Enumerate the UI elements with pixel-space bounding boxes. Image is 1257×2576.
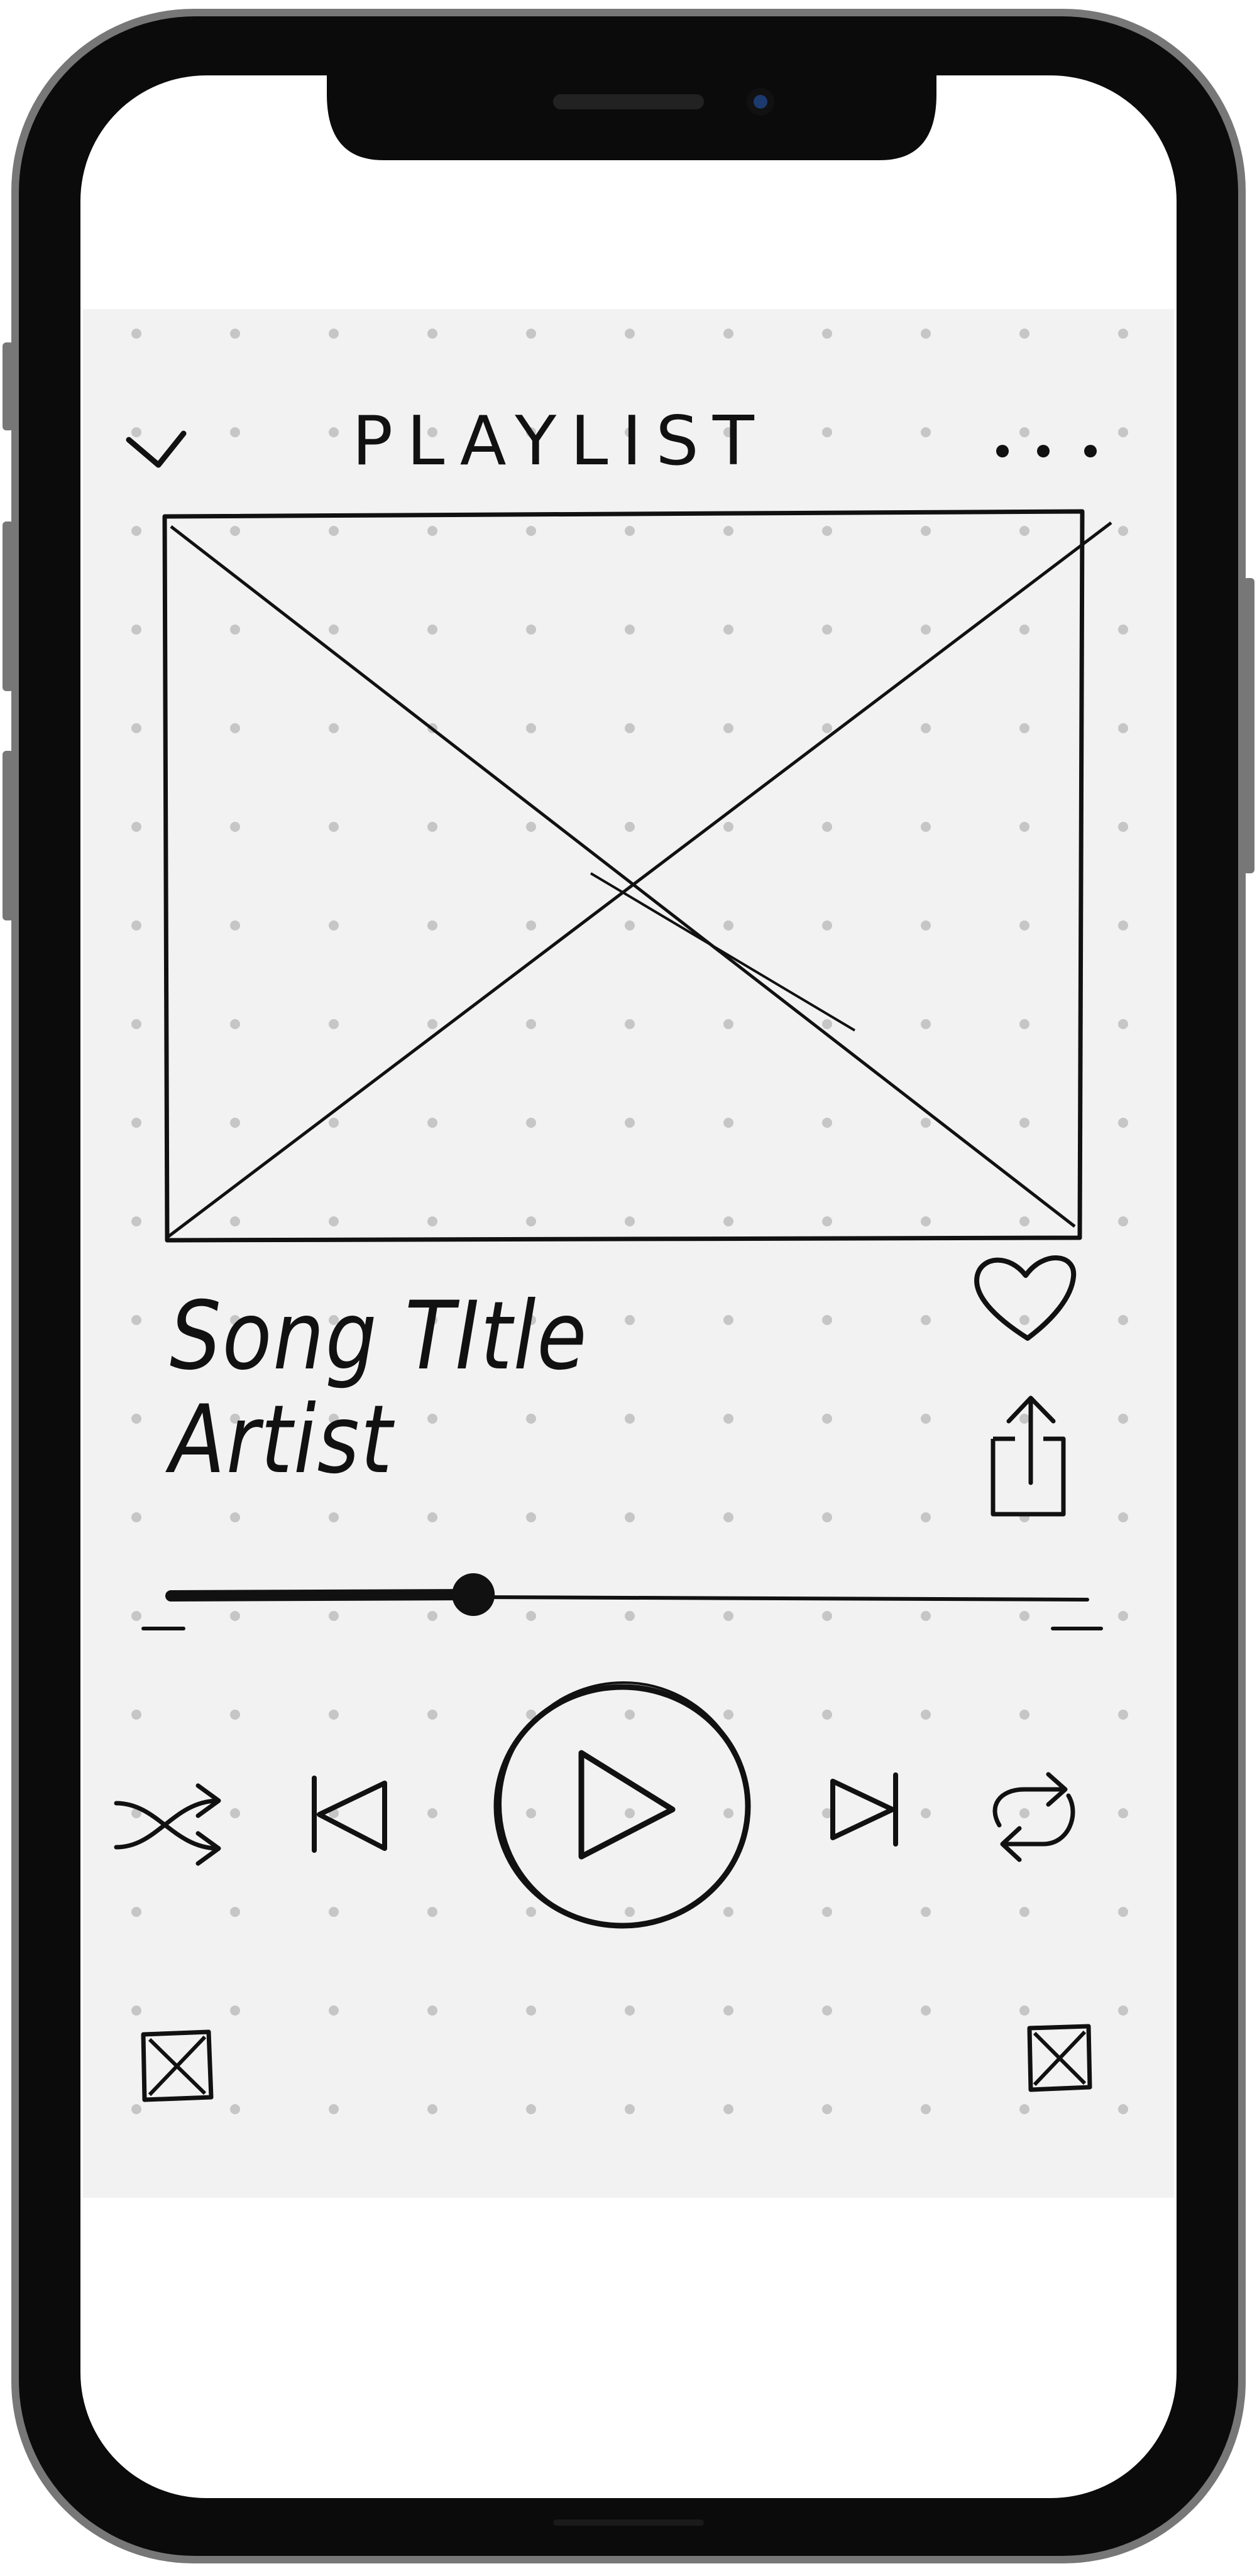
page-title: PLAYLIST: [352, 402, 768, 481]
artist-name: Artist: [170, 1385, 393, 1495]
song-title: Song TItle: [170, 1282, 588, 1391]
progress-handle[interactable]: [452, 1573, 495, 1616]
phone-mockup: PLAYLIST Song TItle Artist: [0, 0, 1257, 2573]
